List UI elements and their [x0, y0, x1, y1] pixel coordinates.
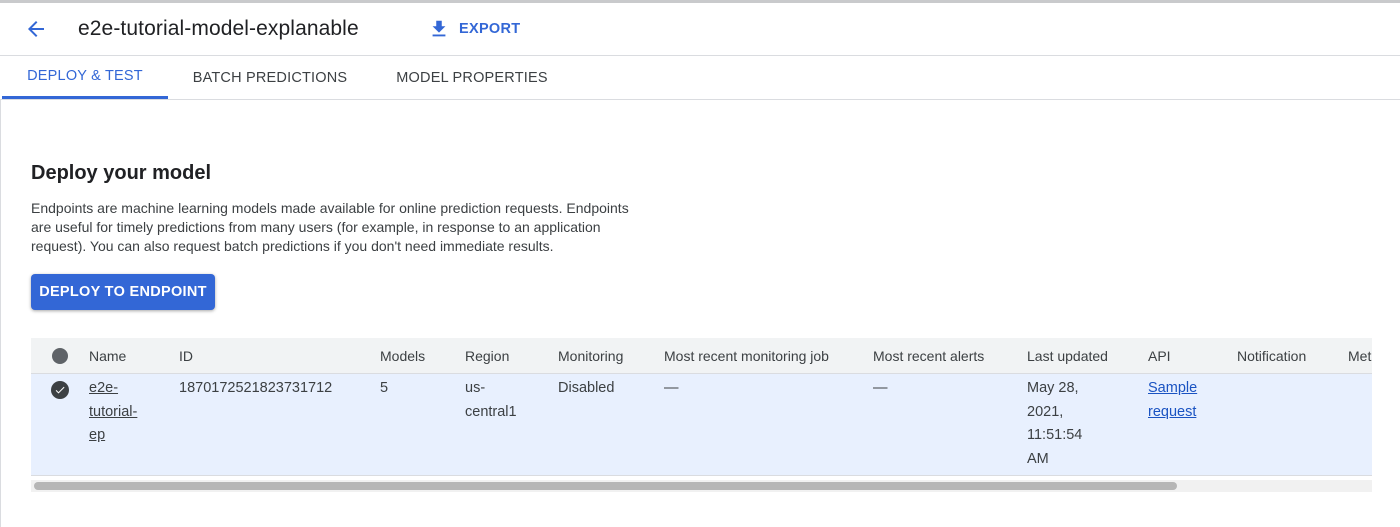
scrollbar-thumb[interactable] — [34, 482, 1177, 490]
column-header-models[interactable]: Models — [380, 348, 425, 364]
arrow-back-icon — [28, 21, 44, 37]
column-header-truncated[interactable]: Met — [1348, 348, 1371, 364]
select-all-checkbox[interactable] — [52, 348, 68, 364]
column-header-id[interactable]: ID — [179, 348, 193, 364]
endpoint-last-updated: May 28, 2021, 11:51:54 AM — [1027, 380, 1083, 467]
horizontal-scrollbar[interactable] — [31, 480, 1372, 492]
page-title: e2e-tutorial-model-explanable — [78, 17, 359, 40]
content-left-border — [0, 100, 1, 527]
tab-batch-predictions[interactable]: BATCH PREDICTIONS — [178, 56, 362, 99]
column-header-last-updated[interactable]: Last updated — [1027, 348, 1108, 364]
column-header-recent-monitoring-job[interactable]: Most recent monitoring job — [664, 348, 829, 364]
table-header-row: Name ID Models Region Monitoring Most re… — [31, 338, 1372, 374]
endpoint-models-count: 5 — [380, 380, 389, 396]
tab-deploy-and-test[interactable]: DEPLOY & TEST — [2, 56, 168, 99]
section-description: Endpoints are machine learning models ma… — [31, 200, 629, 254]
endpoint-recent-monitoring-job: — — [664, 380, 679, 396]
endpoint-monitoring-status: Disabled — [558, 380, 615, 396]
export-label: EXPORT — [459, 21, 521, 37]
section-title: Deploy your model — [31, 162, 212, 184]
deploy-to-endpoint-button[interactable]: DEPLOY TO ENDPOINT — [31, 274, 215, 310]
column-header-recent-alerts[interactable]: Most recent alerts — [873, 348, 984, 364]
table-row[interactable]: e2e-tutorial-ep 1870172521823731712 5 us… — [31, 374, 1372, 476]
check-icon — [55, 386, 65, 394]
tab-model-properties[interactable]: MODEL PROPERTIES — [382, 56, 562, 99]
column-header-api[interactable]: API — [1148, 348, 1171, 364]
endpoint-name-link[interactable]: e2e-tutorial-ep — [89, 377, 151, 448]
column-header-name[interactable]: Name — [89, 348, 126, 364]
row-checkbox-checked[interactable] — [51, 381, 69, 399]
export-button[interactable]: EXPORT — [428, 15, 520, 43]
endpoint-recent-alerts: — — [873, 380, 888, 396]
endpoints-table: Name ID Models Region Monitoring Most re… — [31, 338, 1372, 494]
page-header: e2e-tutorial-model-explanable EXPORT — [0, 3, 1400, 56]
endpoint-region: us-central1 — [465, 380, 517, 420]
column-header-region[interactable]: Region — [465, 348, 509, 364]
download-icon — [432, 20, 446, 37]
endpoint-id: 1870172521823731712 — [179, 380, 333, 396]
column-header-monitoring[interactable]: Monitoring — [558, 348, 623, 364]
sample-request-link[interactable]: Sample request — [1148, 377, 1208, 424]
back-button[interactable] — [22, 15, 50, 43]
tab-bar: DEPLOY & TEST BATCH PREDICTIONS MODEL PR… — [0, 56, 1400, 100]
column-header-notification[interactable]: Notification — [1237, 348, 1306, 364]
